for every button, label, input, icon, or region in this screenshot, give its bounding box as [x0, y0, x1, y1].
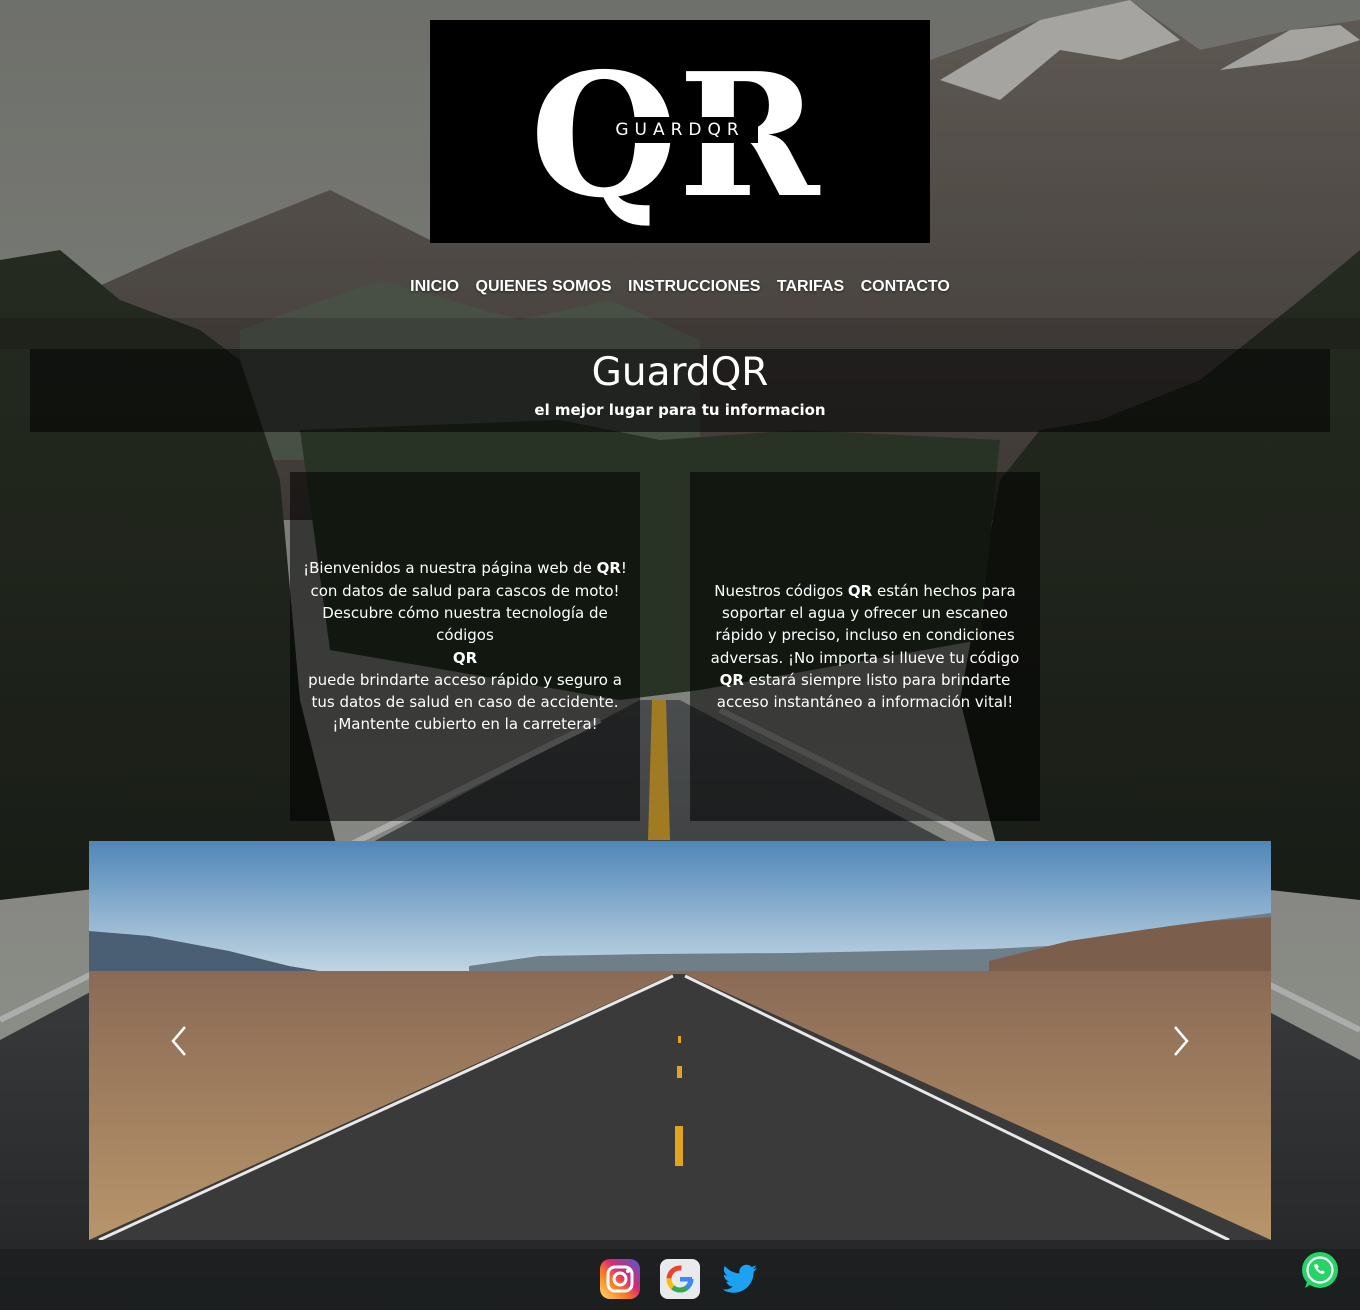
page-subtitle: el mejor lugar para tu informacion	[534, 401, 826, 419]
whatsapp-icon	[1302, 1252, 1338, 1288]
waterproof-card: Nuestros códigos QR están hechos para so…	[690, 472, 1040, 821]
welcome-text-3: Descubre cómo nuestra tecnología de códi…	[322, 603, 608, 645]
welcome-qr-bold-2: QR	[452, 648, 478, 667]
page-title: GuardQR	[591, 350, 769, 395]
hero-banner: GuardQR el mejor lugar para tu informaci…	[30, 349, 1330, 432]
welcome-text-exclaim: !	[620, 559, 627, 578]
nav-item-instrucciones[interactable]: INSTRUCCIONES	[628, 278, 760, 296]
image-carousel[interactable]	[89, 841, 1271, 1240]
chevron-left-icon	[171, 1026, 186, 1056]
site-logo[interactable]: QR GUARDQR	[430, 20, 930, 243]
waterproof-qr-bold-1: QR	[847, 581, 873, 600]
google-link[interactable]	[659, 1258, 701, 1300]
chevron-right-icon	[1174, 1026, 1189, 1056]
waterproof-text-3: estará siempre listo para brindarte acce…	[716, 670, 1014, 712]
twitter-link[interactable]	[719, 1258, 761, 1300]
waterproof-qr-bold-2: QR	[719, 670, 744, 689]
carousel-slide-desert-road	[89, 841, 1271, 1240]
instagram-icon	[600, 1259, 640, 1299]
twitter-icon	[722, 1264, 757, 1293]
logo-wordmark: GUARDQR	[615, 120, 745, 140]
welcome-text-6: ¡Mantente cubierto en la carretera!	[332, 715, 598, 734]
carousel-next-button[interactable]	[1151, 1011, 1211, 1071]
google-icon	[660, 1259, 700, 1299]
welcome-card-text: ¡Bienvenidos a nuestra página web de QR!…	[298, 557, 632, 735]
welcome-text-1: ¡Bienvenidos a nuestra página web de	[303, 559, 597, 578]
nav-strip	[0, 318, 1360, 349]
nav-item-inicio[interactable]: INICIO	[410, 278, 459, 296]
nav-item-contacto[interactable]: CONTACTO	[861, 278, 950, 296]
carousel-prev-button[interactable]	[149, 1011, 209, 1071]
nav-item-tarifas[interactable]: TARIFAS	[777, 278, 844, 296]
waterproof-text-1: Nuestros códigos	[714, 581, 848, 600]
welcome-qr-bold: QR	[596, 559, 621, 578]
welcome-card: ¡Bienvenidos a nuestra página web de QR!…	[290, 472, 640, 821]
whatsapp-float-button[interactable]	[1299, 1250, 1341, 1292]
nav-item-quienes-somos[interactable]: QUIENES SOMOS	[476, 278, 612, 296]
welcome-text-5: puede brindarte acceso rápido y seguro a…	[308, 670, 622, 712]
welcome-text-2: con datos de salud para cascos de moto!	[310, 581, 620, 600]
instagram-link[interactable]	[599, 1258, 641, 1300]
waterproof-card-text: Nuestros códigos QR están hechos para so…	[698, 580, 1032, 714]
main-nav: INICIO QUIENES SOMOS INSTRUCCIONES TARIF…	[0, 278, 1360, 296]
